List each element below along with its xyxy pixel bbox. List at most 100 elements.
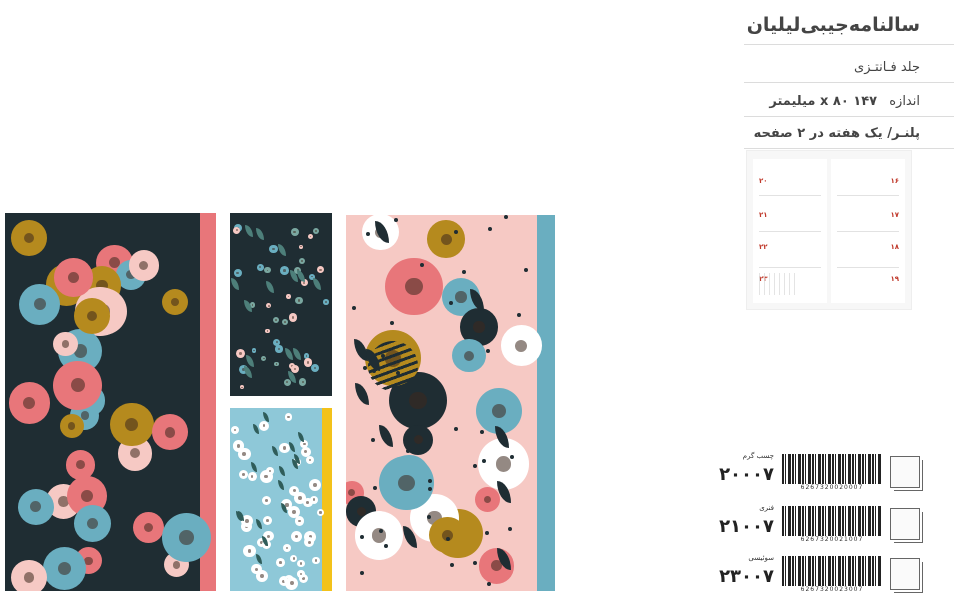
leaf-motif bbox=[256, 228, 265, 241]
flower-motif bbox=[307, 233, 314, 240]
flower-motif bbox=[269, 244, 278, 254]
flower-motif bbox=[74, 298, 110, 334]
leaf-motif bbox=[271, 445, 278, 456]
book-package-icon bbox=[890, 456, 923, 491]
flower-motif bbox=[17, 488, 54, 525]
flower-motif bbox=[59, 413, 84, 439]
rose-motif bbox=[379, 456, 434, 511]
day-number: ۱۹ bbox=[890, 275, 899, 283]
price: ۲۰۰۰۷ bbox=[719, 464, 774, 485]
flower-motif bbox=[53, 360, 103, 410]
leaf-motif bbox=[251, 461, 258, 472]
binding-type: سوئیسی bbox=[748, 554, 774, 562]
leaf-motif bbox=[231, 278, 240, 291]
dot-motif bbox=[372, 485, 377, 490]
product-info: سالنامه‌جیبی‌لیلیان جلد فـانتـزی اندازه … bbox=[719, 0, 954, 600]
day-number: ۲۰ bbox=[759, 177, 768, 185]
price: ۲۱۰۰۷ bbox=[719, 516, 774, 537]
daisy-motif bbox=[308, 478, 322, 491]
cover-spine bbox=[322, 408, 332, 591]
leaf-motif bbox=[355, 383, 370, 406]
flower-motif bbox=[290, 228, 299, 237]
size-value: ۱۴۷ x ۸۰ میلیمتر bbox=[769, 94, 878, 109]
cover-spine bbox=[537, 215, 555, 591]
leaf-motif bbox=[255, 518, 262, 529]
flower-motif bbox=[152, 414, 188, 451]
dot-motif bbox=[481, 458, 486, 463]
cover-type: جلد فـانتـزی bbox=[854, 60, 920, 75]
daisy-motif bbox=[259, 420, 269, 431]
book-package-icon bbox=[890, 558, 923, 593]
leaf-motif bbox=[245, 354, 254, 367]
flower-motif bbox=[279, 266, 289, 275]
dot-motif bbox=[393, 218, 398, 223]
flower-motif bbox=[264, 267, 271, 274]
dot-motif bbox=[473, 464, 478, 469]
leaf-motif bbox=[378, 425, 393, 448]
flower-motif bbox=[43, 547, 87, 591]
barcode-number: 6267320021007 bbox=[782, 536, 882, 543]
flower-motif bbox=[298, 244, 304, 249]
planner-right-page: ۱۶ ۱۷ ۱۸ ۱۹ bbox=[831, 159, 905, 303]
flower-motif bbox=[272, 316, 279, 324]
flower-motif bbox=[316, 265, 325, 274]
flower-motif bbox=[239, 385, 244, 390]
daisy-motif bbox=[294, 491, 307, 504]
flower-motif bbox=[266, 303, 272, 309]
flower-motif bbox=[73, 504, 111, 542]
rose-motif bbox=[500, 325, 542, 366]
product-title: سالنامه‌جیبی‌لیلیان bbox=[746, 14, 920, 36]
day-number: ۲۱ bbox=[759, 211, 768, 219]
flower-motif bbox=[265, 328, 270, 334]
cover-navy-floral-large bbox=[5, 213, 216, 591]
flower-motif bbox=[295, 296, 303, 305]
binding-type: چسب گرم bbox=[742, 452, 774, 460]
rose-motif bbox=[385, 258, 443, 316]
flower-motif bbox=[261, 355, 267, 361]
flower-motif bbox=[233, 226, 241, 234]
flower-motif bbox=[19, 283, 61, 325]
daisy-motif bbox=[239, 470, 249, 480]
daisy-motif bbox=[256, 570, 269, 583]
flower-motif bbox=[233, 269, 242, 278]
dot-motif bbox=[389, 321, 394, 326]
leaf-motif bbox=[298, 432, 305, 443]
rose-motif bbox=[475, 487, 500, 513]
dot-motif bbox=[517, 312, 522, 317]
flower-motif bbox=[132, 512, 164, 544]
barcode bbox=[782, 454, 882, 484]
leaf-motif bbox=[292, 347, 301, 360]
divider bbox=[744, 44, 954, 45]
daisy-motif bbox=[232, 439, 245, 452]
daisy-motif bbox=[312, 556, 321, 565]
striped-circle-motif bbox=[368, 341, 418, 391]
daisy-motif bbox=[262, 515, 273, 526]
flower-motif bbox=[288, 313, 297, 322]
dot-motif bbox=[448, 301, 453, 306]
barcode bbox=[782, 556, 882, 586]
flower-motif bbox=[274, 361, 279, 367]
divider bbox=[744, 82, 954, 83]
rose-motif bbox=[452, 338, 486, 373]
size-row: اندازه ۱۴۷ x ۸۰ میلیمتر bbox=[769, 94, 920, 109]
flower-motif bbox=[323, 299, 329, 305]
variant-swiss-binding: 6267320023007 سوئیسی ۲۳۰۰۷ bbox=[719, 554, 923, 598]
flower-motif bbox=[275, 345, 283, 353]
barcode bbox=[782, 506, 882, 536]
day-number: ۲۲ bbox=[759, 243, 768, 251]
day-number: ۱۸ bbox=[890, 243, 899, 251]
dot-motif bbox=[479, 429, 484, 434]
divider bbox=[744, 148, 954, 149]
dot-motif bbox=[370, 438, 375, 443]
leaf-motif bbox=[277, 479, 284, 490]
dot-motif bbox=[359, 570, 364, 575]
daisy-motif bbox=[230, 426, 239, 435]
flower-motif bbox=[313, 228, 320, 235]
daisy-motif bbox=[290, 530, 303, 543]
cover-navy-small-flowers bbox=[230, 213, 332, 396]
leaf-motif bbox=[245, 225, 254, 238]
dot-motif bbox=[472, 560, 477, 565]
barcode-number: 6267320020007 bbox=[782, 484, 882, 491]
day-number: ۱۶ bbox=[890, 177, 899, 185]
flower-motif bbox=[11, 220, 47, 256]
